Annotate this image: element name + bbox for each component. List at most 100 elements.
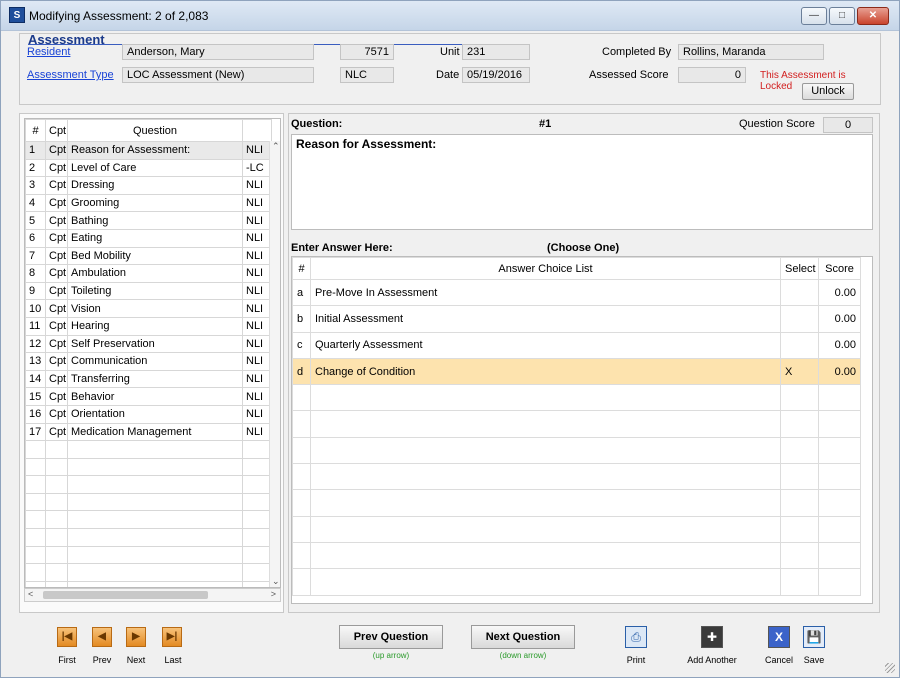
answer-choice-row[interactable]: c Quarterly Assessment 0.00: [292, 331, 861, 359]
unit-label: Unit: [440, 46, 460, 58]
answer-cell-select[interactable]: [780, 305, 819, 333]
question-list-row[interactable]: 5 Cpt Bathing NLI: [25, 211, 272, 230]
question-list-cell-code: NLI: [242, 299, 272, 318]
last-record-button[interactable]: ▶|: [162, 627, 182, 647]
prev-label: Prev: [92, 655, 112, 665]
question-list-cell-cpt: Cpt: [45, 176, 68, 195]
question-list-empty-row: [25, 545, 272, 565]
cancel-icon[interactable]: X: [768, 626, 790, 648]
save-icon[interactable]: 💾: [803, 626, 825, 648]
answer-choice-row[interactable]: b Initial Assessment 0.00: [292, 305, 861, 333]
question-list-row[interactable]: 1 Cpt Reason for Assessment: NLI: [25, 141, 272, 160]
minimize-button[interactable]: —: [801, 7, 827, 25]
question-list-cell-question: Toileting: [67, 281, 243, 301]
scroll-right-icon[interactable]: >: [271, 589, 276, 599]
question-list-grid: # Cpt Question 1 Cpt Reason for Assessment…: [24, 118, 281, 588]
question-list-row[interactable]: 15 Cpt Behavior NLI: [25, 387, 272, 406]
answer-empty-row: [292, 489, 861, 517]
next-question-button[interactable]: Next Question: [471, 625, 575, 649]
question-list-cell-question: Dressing: [67, 176, 243, 195]
prev-record-button[interactable]: ◀: [92, 627, 112, 647]
scroll-down-icon[interactable]: ⌄: [272, 576, 280, 587]
question-list-cell-question: Level of Care: [67, 158, 243, 178]
question-list-row[interactable]: 8 Cpt Ambulation NLI: [25, 264, 272, 283]
unit-field: 231: [462, 44, 530, 60]
question-list-cell-cpt: Cpt: [45, 334, 68, 354]
question-list-row[interactable]: 17 Cpt Medication Management NLI: [25, 422, 272, 442]
answer-empty-row: [292, 515, 861, 543]
first-record-button[interactable]: |◀: [57, 627, 77, 647]
prev-icon: ◀: [98, 631, 106, 642]
prev-question-button[interactable]: Prev Question: [339, 625, 443, 649]
question-list-cell-code: NLI: [242, 404, 272, 424]
maximize-button[interactable]: □: [829, 7, 855, 25]
question-text-box: Reason for Assessment:: [291, 134, 873, 230]
question-list-row[interactable]: 6 Cpt Eating NLI: [25, 228, 272, 248]
question-list-row[interactable]: 4 Cpt Grooming NLI: [25, 193, 272, 213]
question-list-row[interactable]: 2 Cpt Level of Care -LC: [25, 158, 272, 178]
choose-one-hint: (Choose One): [547, 242, 620, 254]
question-list-row[interactable]: 12 Cpt Self Preservation NLI: [25, 334, 272, 354]
answer-label: Enter Answer Here:: [291, 242, 393, 254]
question-list-hscroll[interactable]: < >: [24, 588, 281, 602]
assessed-score-label: Assessed Score: [589, 69, 669, 81]
answer-empty-row: [292, 436, 861, 465]
scroll-up-icon[interactable]: ⌃: [272, 141, 280, 152]
date-label: Date: [436, 69, 460, 81]
answer-cell-select[interactable]: X: [780, 357, 819, 386]
print-icon[interactable]: ⎙: [625, 626, 647, 648]
question-list-vscroll[interactable]: ⌃ ⌄: [269, 141, 280, 587]
question-list-cell-cpt: Cpt: [45, 158, 68, 178]
answer-choice-row[interactable]: a Pre-Move In Assessment 0.00: [292, 278, 861, 307]
question-list-cell-code: NLI: [242, 316, 272, 336]
resize-grip[interactable]: [885, 663, 895, 673]
resident-id-field: 7571: [340, 44, 394, 60]
resident-link[interactable]: Resident: [27, 46, 70, 58]
question-list-cell-num: 16: [25, 404, 46, 424]
unlock-button[interactable]: Unlock: [802, 83, 854, 100]
question-list-row[interactable]: 16 Cpt Orientation NLI: [25, 404, 272, 424]
question-list-row[interactable]: 7 Cpt Bed Mobility NLI: [25, 246, 272, 266]
close-button[interactable]: ✕: [857, 7, 889, 25]
scroll-left-icon[interactable]: <: [28, 589, 33, 599]
answer-cell-score: 0.00: [818, 278, 861, 307]
question-list-cell-code: NLI: [242, 176, 272, 195]
answer-cell-select[interactable]: [780, 331, 819, 359]
print-label: Print: [626, 655, 646, 665]
next-question-hint: (down arrow): [499, 651, 547, 660]
question-list-row[interactable]: 10 Cpt Vision NLI: [25, 299, 272, 318]
question-number: #1: [539, 118, 552, 130]
question-list-row[interactable]: 11 Cpt Hearing NLI: [25, 316, 272, 336]
add-another-label: Add Another: [687, 655, 737, 665]
question-list-cell-code: NLI: [242, 387, 272, 406]
question-list-row[interactable]: 13 Cpt Communication NLI: [25, 352, 272, 371]
question-list-cell-cpt: Cpt: [45, 316, 68, 336]
col-header-question: Question: [67, 119, 243, 142]
question-list-empty-row: [25, 580, 272, 587]
answer-cell-select[interactable]: [780, 278, 819, 307]
next-record-button[interactable]: ▶: [126, 627, 146, 647]
assessment-type-link[interactable]: Assessment Type: [27, 69, 114, 81]
question-list-cell-cpt: Cpt: [45, 422, 68, 442]
question-list-cell-num: 4: [25, 193, 46, 213]
answer-empty-row: [292, 463, 861, 491]
answer-choice-row[interactable]: d Change of Condition X 0.00: [292, 357, 861, 386]
prev-question-hint: (up arrow): [372, 651, 410, 660]
question-list-cell-num: 2: [25, 158, 46, 178]
answer-empty-row: [292, 541, 861, 570]
answer-cell-letter: b: [292, 305, 311, 333]
question-text: Reason for Assessment:: [296, 137, 437, 151]
question-list-cell-cpt: Cpt: [45, 264, 68, 283]
question-list-cell-cpt: Cpt: [45, 281, 68, 301]
question-list-row[interactable]: 14 Cpt Transferring NLI: [25, 369, 272, 389]
answer-cell-text: Quarterly Assessment: [310, 331, 781, 359]
question-list-row[interactable]: 3 Cpt Dressing NLI: [25, 176, 272, 195]
question-list-cell-num: 9: [25, 281, 46, 301]
question-label: Question:: [291, 118, 343, 130]
question-list-row[interactable]: 9 Cpt Toileting NLI: [25, 281, 272, 301]
add-another-icon[interactable]: ✚: [701, 626, 723, 648]
col-header-cpt: Cpt: [45, 119, 68, 142]
next-icon: ▶: [132, 631, 140, 642]
question-list-cell-code: NLI: [242, 141, 272, 160]
hscroll-thumb[interactable]: [43, 591, 208, 599]
